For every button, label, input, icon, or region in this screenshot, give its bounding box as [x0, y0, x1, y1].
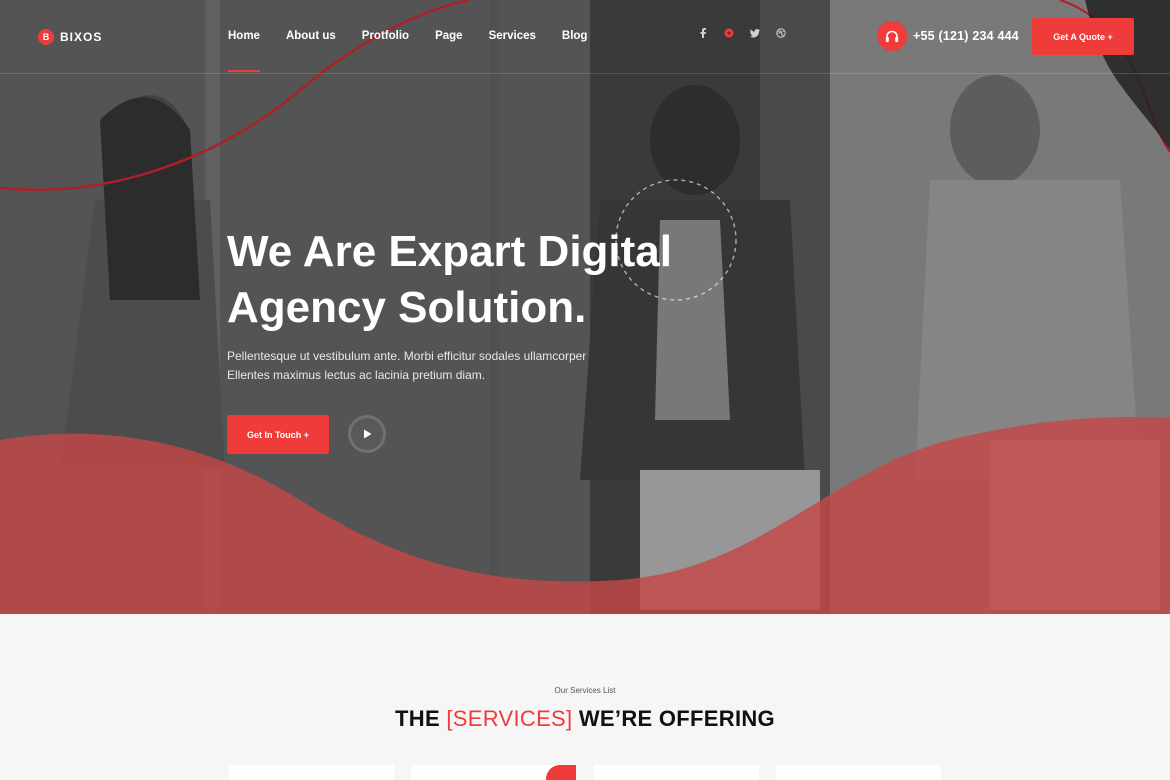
service-card[interactable] [229, 765, 394, 780]
hero-subtitle-line-2: Ellentes maximus lectus ac lacinia preti… [227, 368, 486, 382]
services-eyebrow: Our Services List [554, 686, 616, 695]
nav-item-home[interactable]: Home [228, 30, 260, 72]
logo-mark: B [38, 29, 54, 45]
hero-subtitle: Pellentesque ut vestibulum ante. Morbi e… [227, 347, 607, 385]
headset-icon [877, 21, 907, 51]
logo-text: BIXOS [60, 30, 103, 44]
services-title-accent: [SERVICES] [446, 706, 573, 731]
hero-title-line-2: Agency Solution. [227, 283, 587, 332]
phone-number: +55 (121) 234 444 [913, 29, 1019, 43]
service-card[interactable] [594, 765, 759, 780]
services-section: Our Services List THE [SERVICES] WE’RE O… [0, 614, 1170, 780]
phone-contact[interactable]: +55 (121) 234 444 [877, 21, 1019, 51]
main-nav: Home About us Protfolio Page Services Bl… [228, 30, 613, 72]
pinterest-icon[interactable] [716, 27, 742, 39]
services-title: THE [SERVICES] WE’RE OFFERING [0, 706, 1170, 732]
hero-section: B BIXOS Home About us Protfolio Page Ser… [0, 0, 1170, 614]
facebook-icon[interactable] [690, 27, 716, 39]
nav-item-page[interactable]: Page [435, 30, 463, 42]
social-links [690, 27, 794, 39]
get-in-touch-button[interactable]: Get In Touch + [227, 415, 329, 454]
service-card[interactable] [411, 765, 576, 780]
play-icon [363, 429, 371, 439]
nav-item-about[interactable]: About us [286, 30, 336, 42]
nav-item-blog[interactable]: Blog [562, 30, 588, 42]
nav-item-portfolio[interactable]: Protfolio [362, 30, 409, 42]
service-card-accent [546, 765, 576, 780]
hero-title: We Are Expart Digital Agency Solution. [227, 224, 747, 336]
twitter-icon[interactable] [742, 27, 768, 39]
hero-subtitle-line-1: Pellentesque ut vestibulum ante. Morbi e… [227, 349, 587, 363]
services-title-pre: THE [395, 706, 447, 731]
hero-title-line-1: We Are Expart Digital [227, 227, 673, 276]
dribbble-icon[interactable] [768, 27, 794, 39]
service-card[interactable] [776, 765, 941, 780]
nav-item-services[interactable]: Services [489, 30, 536, 42]
get-quote-button[interactable]: Get A Quote + [1032, 18, 1134, 55]
services-title-post: WE’RE OFFERING [572, 706, 775, 731]
logo[interactable]: B BIXOS [38, 29, 102, 45]
play-video-button[interactable] [348, 415, 386, 453]
header-divider [0, 73, 1170, 74]
